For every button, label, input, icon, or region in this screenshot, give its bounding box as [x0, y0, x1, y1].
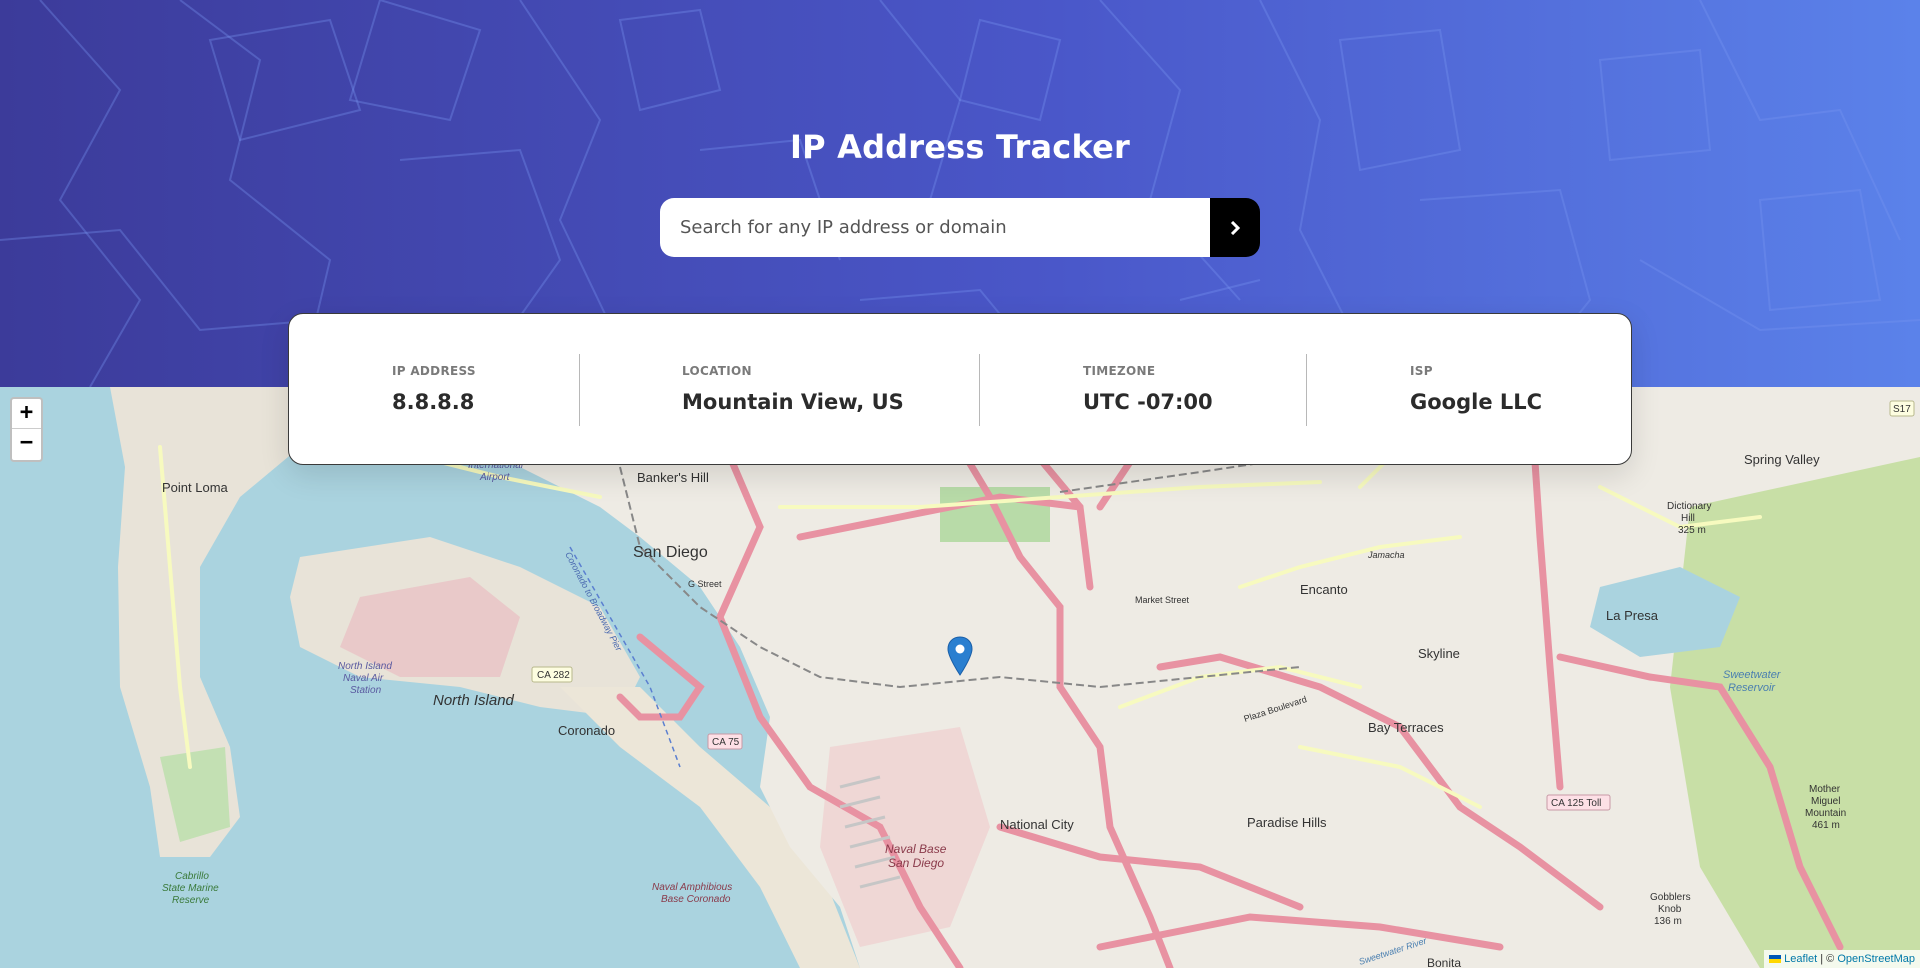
- label-sweetwater-2: Reservoir: [1728, 682, 1776, 694]
- label-paradise-hills: Paradise Hills: [1247, 815, 1327, 830]
- label-san-diego: San Diego: [633, 544, 708, 561]
- isp-label: ISP: [1410, 364, 1433, 378]
- map-attribution: Leaflet | © OpenStreetMap: [1764, 950, 1920, 968]
- search-input[interactable]: [660, 198, 1210, 257]
- chevron-right-icon: [1230, 220, 1240, 235]
- label-nas-3: Station: [350, 685, 382, 696]
- label-gobblers: Gobblers: [1650, 892, 1691, 903]
- divider: [579, 354, 580, 426]
- divider: [979, 354, 980, 426]
- label-mother-miguel: Mother: [1809, 784, 1841, 795]
- timezone-label: TIMEZONE: [1083, 364, 1156, 378]
- shield-ca75-label: CA 75: [712, 737, 740, 748]
- label-amphib-2: Base Coronado: [661, 894, 731, 905]
- label-g-street: G Street: [688, 579, 722, 589]
- label-nas: North Island: [338, 661, 392, 672]
- label-dictionary-hill-3: 325 m: [1678, 525, 1706, 536]
- label-north-island: North Island: [433, 692, 515, 709]
- search-form: [660, 198, 1260, 257]
- label-national-city: National City: [1000, 817, 1074, 832]
- label-mother-miguel-3: Mountain: [1805, 808, 1846, 819]
- label-amphib: Naval Amphibious: [652, 882, 732, 893]
- location-value: Mountain View, US: [682, 390, 904, 414]
- label-dictionary-hill: Dictionary: [1667, 501, 1711, 512]
- label-coronado: Coronado: [558, 723, 615, 738]
- label-market-street: Market Street: [1135, 595, 1190, 605]
- label-point-loma: Point Loma: [162, 480, 229, 495]
- label-skyline: Skyline: [1418, 646, 1460, 661]
- map-tiles[interactable]: Point Loma Banker's Hill San Diego North…: [0, 387, 1920, 968]
- label-gobblers-2: Knob: [1658, 904, 1682, 915]
- zoom-in-button[interactable]: +: [12, 399, 41, 429]
- label-nas-2: Naval Air: [343, 673, 384, 684]
- label-jamacha: Jamacha: [1367, 550, 1405, 560]
- location-label: LOCATION: [682, 364, 752, 378]
- label-cabrillo-2: State Marine: [162, 883, 219, 894]
- shield-ca282-label: CA 282: [537, 670, 570, 681]
- label-bankers-hill: Banker's Hill: [637, 470, 709, 485]
- label-gobblers-3: 136 m: [1654, 916, 1682, 927]
- label-sweetwater: Sweetwater: [1723, 669, 1782, 681]
- label-cabrillo: Cabrillo: [175, 871, 209, 882]
- map[interactable]: Point Loma Banker's Hill San Diego North…: [0, 387, 1920, 968]
- label-encanto: Encanto: [1300, 582, 1348, 597]
- isp-value: Google LLC: [1410, 390, 1543, 414]
- ip-address-label: IP ADDRESS: [392, 364, 476, 378]
- label-cabrillo-3: Reserve: [172, 895, 210, 906]
- label-mother-miguel-4: 461 m: [1812, 820, 1840, 831]
- openstreetmap-link[interactable]: OpenStreetMap: [1837, 953, 1915, 965]
- zoom-control: + −: [10, 397, 43, 462]
- zoom-out-button[interactable]: −: [12, 429, 41, 459]
- leaflet-link[interactable]: Leaflet: [1784, 953, 1817, 965]
- label-airport-2: Airport: [479, 472, 511, 483]
- ukraine-flag-icon: [1769, 955, 1782, 964]
- label-mother-miguel-2: Miguel: [1811, 796, 1840, 807]
- label-la-presa: La Presa: [1606, 608, 1659, 623]
- shield-ca125-label: CA 125 Toll: [1551, 798, 1601, 809]
- label-naval-base-2: San Diego: [888, 856, 944, 870]
- label-bonita: Bonita: [1427, 956, 1461, 968]
- label-bay-terraces: Bay Terraces: [1368, 720, 1444, 735]
- timezone-value: UTC -07:00: [1083, 390, 1213, 414]
- info-card: IP ADDRESS 8.8.8.8 LOCATION Mountain Vie…: [288, 313, 1632, 465]
- ip-address-value: 8.8.8.8: [392, 390, 475, 414]
- label-spring-valley: Spring Valley: [1744, 452, 1820, 467]
- page-title: IP Address Tracker: [790, 128, 1130, 166]
- divider: [1306, 354, 1307, 426]
- search-button[interactable]: [1210, 198, 1260, 257]
- label-dictionary-hill-2: Hill: [1681, 513, 1695, 524]
- label-naval-base: Naval Base: [885, 842, 947, 856]
- shield-s17-label: S17: [1893, 404, 1911, 415]
- attribution-separator: | ©: [1817, 953, 1838, 965]
